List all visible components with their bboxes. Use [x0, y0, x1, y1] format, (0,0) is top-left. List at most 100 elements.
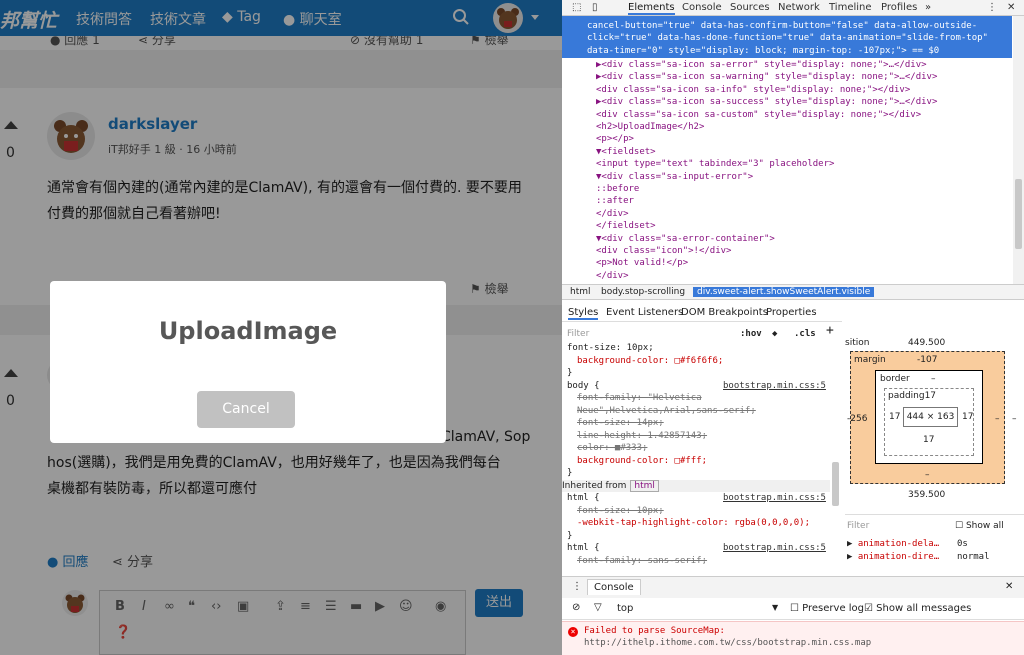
- computed-filter-input[interactable]: Filter: [847, 521, 869, 531]
- padding-right-value: 17: [962, 412, 974, 422]
- css-rule-line[interactable]: }: [567, 530, 572, 543]
- divider: [845, 514, 1024, 515]
- kebab-menu-icon[interactable]: ⋮: [987, 2, 997, 13]
- tab-properties[interactable]: Properties: [766, 307, 817, 318]
- dom-node-line[interactable]: ::after: [596, 195, 634, 207]
- css-rule-line[interactable]: font-family: sans-serif;: [577, 555, 707, 568]
- inspect-icon[interactable]: ⬚: [572, 2, 581, 13]
- dom-node-line[interactable]: <input type="text" tabindex="3" placehol…: [596, 158, 834, 170]
- preserve-log-checkbox[interactable]: ☐ Preserve log: [790, 603, 864, 614]
- tab-console[interactable]: Console: [682, 2, 722, 13]
- dom-node-line[interactable]: <h2>UploadImage</h2>: [596, 121, 704, 133]
- crumb-current[interactable]: div.sweet-alert.showSweetAlert.visible: [693, 287, 875, 297]
- css-rule-line[interactable]: }: [567, 367, 572, 380]
- dom-node-line[interactable]: <p></p>: [596, 133, 634, 145]
- css-rule-line[interactable]: font-size: 14px;: [577, 417, 664, 430]
- dom-node-line[interactable]: <div class="icon">!</div>: [596, 245, 731, 257]
- error-url[interactable]: http://ithelp.ithome.com.tw/css/bootstra…: [584, 637, 1024, 649]
- hov-toggle[interactable]: :hov: [740, 328, 762, 341]
- tab-styles[interactable]: Styles: [568, 307, 599, 320]
- css-text: Neue",Helvetica,Arial,sans-serif;: [577, 405, 756, 416]
- devtools-panel: ⬚ ▯ Elements Console Sources Network Tim…: [562, 0, 1024, 655]
- css-rule-line[interactable]: font-size: 10px;: [567, 342, 654, 355]
- css-rule-line[interactable]: line-height: 1.42857143;: [577, 430, 707, 443]
- css-rule-line[interactable]: font-family: "Helvetica: [577, 392, 702, 405]
- show-all-checkbox[interactable]: ☐ Show all: [955, 521, 1004, 531]
- css-text: Inherited from: [562, 480, 627, 491]
- computed-property[interactable]: ▶ animation-dela… 0s: [847, 539, 968, 549]
- css-text: background-color: □#f6f6f6;: [577, 355, 724, 366]
- tab-sources[interactable]: Sources: [730, 2, 770, 13]
- cancel-button[interactable]: Cancel: [197, 391, 295, 428]
- dom-node-line[interactable]: </fieldset>: [596, 220, 656, 232]
- dom-node-line[interactable]: ▼<div class="sa-input-error">: [596, 171, 753, 183]
- css-rule-line[interactable]: background-color: □#fff;: [577, 455, 707, 468]
- dom-node-line[interactable]: <div class="sa-icon sa-info" style="disp…: [596, 84, 910, 96]
- breadcrumb: html body.stop-scrolling div.sweet-alert…: [562, 284, 1024, 300]
- css-rule-line[interactable]: body {: [567, 380, 600, 393]
- selected-line: cancel-button="true" data-has-confirm-bu…: [587, 21, 978, 31]
- padding-label: padding17: [888, 391, 937, 401]
- dom-node-line[interactable]: ▼<div class="sa-error-container">: [596, 233, 775, 245]
- css-source-link[interactable]: bootstrap.min.css:5: [723, 380, 826, 393]
- tab-event-listeners[interactable]: Event Listeners: [606, 307, 683, 318]
- scrollbar-thumb[interactable]: [1015, 179, 1022, 249]
- css-rule-line[interactable]: background-color: □#f6f6f6;: [577, 355, 723, 368]
- scrollbar-thumb[interactable]: [832, 462, 839, 506]
- close-icon[interactable]: ✕: [1007, 2, 1015, 13]
- css-text: }: [567, 530, 573, 541]
- dom-node-line[interactable]: ::before: [596, 183, 639, 195]
- drawer-menu-icon[interactable]: ⋮: [572, 581, 582, 592]
- crumb-body[interactable]: body.stop-scrolling: [601, 287, 685, 297]
- device-icon[interactable]: ▯: [592, 2, 598, 13]
- crumb-html[interactable]: html: [570, 287, 591, 297]
- css-rule-line[interactable]: -webkit-tap-highlight-color: rgba(0,0,0,…: [577, 517, 810, 530]
- border-value: –: [931, 374, 936, 384]
- css-rule-line[interactable]: html {: [567, 542, 600, 555]
- dom-node-line[interactable]: ▶<div class="sa-icon sa-error" style="di…: [596, 59, 927, 71]
- clear-console-icon[interactable]: ⊘: [572, 602, 580, 613]
- css-rule-line[interactable]: }: [567, 467, 572, 480]
- css-source-link[interactable]: bootstrap.min.css:5: [723, 492, 826, 505]
- css-rule-line[interactable]: font-size: 10px;: [577, 505, 664, 518]
- palette-icon[interactable]: ◆: [772, 328, 777, 341]
- css-rule-line[interactable]: Neue",Helvetica,Arial,sans-serif;: [577, 405, 756, 418]
- close-drawer-icon[interactable]: ✕: [1005, 581, 1013, 592]
- dom-node-line[interactable]: <div class="sa-icon sa-custom" style="di…: [596, 109, 921, 121]
- selected-node[interactable]: cancel-button="true" data-has-confirm-bu…: [562, 16, 1012, 58]
- context-select[interactable]: top: [617, 603, 633, 614]
- css-rule-line[interactable]: color: ■#333;: [577, 442, 647, 455]
- css-text: font-size: 10px;: [577, 505, 664, 516]
- margin-left-value: -256: [847, 414, 868, 424]
- context-dropdown-icon[interactable]: ▼: [772, 603, 778, 612]
- tab-network[interactable]: Network: [778, 2, 820, 13]
- padding-box: padding17 17 17 17 444 × 163: [884, 388, 974, 456]
- tab-elements[interactable]: Elements: [628, 2, 675, 15]
- dom-node-line[interactable]: </div>: [596, 270, 629, 282]
- dom-node-line[interactable]: ▼<fieldset>: [596, 146, 656, 158]
- filter-icon[interactable]: ▽: [594, 602, 602, 613]
- add-rule-icon[interactable]: +: [826, 324, 834, 338]
- console-drawer-tab[interactable]: Console: [587, 579, 641, 595]
- styles-filter-input[interactable]: Filter: [567, 328, 589, 341]
- more-tabs-icon[interactable]: »: [925, 2, 931, 13]
- dom-node-line[interactable]: <p>Not valid!</p>: [596, 257, 688, 269]
- css-rule-line[interactable]: html {: [567, 492, 600, 505]
- border-box: border – padding17 17 17 17 444 × 163: [875, 370, 983, 464]
- show-all-messages-label: Show all messages: [876, 603, 972, 614]
- computed-property[interactable]: ▶ animation-dire… normal: [847, 552, 990, 562]
- inherited-tag[interactable]: html: [630, 479, 659, 492]
- styles-pane: Filter :hov ◆ .cls + font-size: 10px; bac…: [562, 322, 842, 574]
- console-error-message: × Failed to parse SourceMap: http://ithe…: [562, 621, 1024, 655]
- css-text: body {: [567, 380, 600, 391]
- tab-dom-breakpoints[interactable]: DOM Breakpoints: [681, 307, 768, 318]
- dom-node-line[interactable]: </div>: [596, 208, 629, 220]
- dom-node-line[interactable]: ▶<div class="sa-icon sa-success" style="…: [596, 96, 937, 108]
- css-source-link[interactable]: bootstrap.min.css:5: [723, 542, 826, 555]
- tab-profiles[interactable]: Profiles: [881, 2, 917, 13]
- dom-node-line[interactable]: ▶<div class="sa-icon sa-warning" style="…: [596, 71, 937, 83]
- tab-timeline[interactable]: Timeline: [829, 2, 872, 13]
- show-all-messages-checkbox[interactable]: ☑ Show all messages: [864, 603, 971, 614]
- cls-toggle[interactable]: .cls: [794, 328, 816, 341]
- margin-bottom-value: –: [925, 470, 930, 480]
